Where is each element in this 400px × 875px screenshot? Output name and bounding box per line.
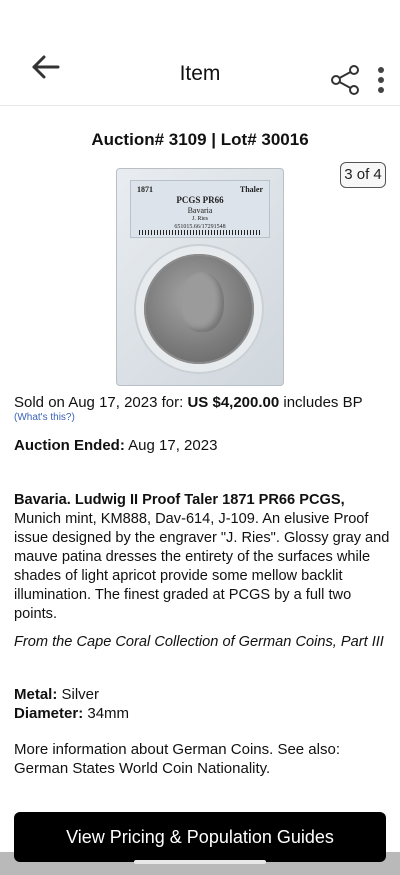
sold-suffix: includes BP	[279, 394, 363, 411]
slab-region: Bavaria	[187, 206, 213, 215]
whats-this-link[interactable]: (What's this?)	[14, 412, 75, 423]
slab-type: Thaler	[239, 185, 263, 194]
diameter-label: Diameter:	[14, 705, 84, 722]
top-app-bar: Item	[0, 0, 400, 106]
auction-lot-title: Auction# 3109 | Lot# 30016	[91, 130, 309, 149]
slab-grade: PCGS PR66	[176, 195, 224, 205]
auction-ended-line: Auction Ended: Aug 17, 2023	[14, 437, 217, 454]
sold-price-line: Sold on Aug 17, 2023 for: US $4,200.00 i…	[14, 394, 363, 411]
collection-note: From the Cape Coral Collection of German…	[14, 634, 384, 650]
slab-mint: J. Ries	[191, 216, 208, 222]
description-title: Bavaria. Ludwig II Proof Taler 1871 PR66…	[14, 492, 345, 508]
ended-label: Auction Ended:	[14, 437, 125, 454]
coin-portrait	[180, 272, 224, 332]
lot-description: Bavaria. Ludwig II Proof Taler 1871 PR66…	[14, 491, 390, 624]
metal-label: Metal:	[14, 686, 58, 703]
coin-image[interactable]: 1871 Thaler PCGS PR66 Bavaria J. Ries 65…	[116, 168, 284, 386]
slab-year: 1871	[137, 185, 153, 194]
description-body: Munich mint, KM888, Dav-614, J-109. An e…	[14, 511, 390, 622]
sold-prefix: Sold on Aug 17, 2023 for:	[14, 394, 188, 411]
more-vertical-icon[interactable]	[374, 66, 388, 96]
coin	[144, 254, 254, 364]
view-pricing-button[interactable]: View Pricing & Population Guides	[14, 812, 386, 862]
home-indicator	[134, 860, 266, 864]
diameter-value: 34mm	[83, 705, 130, 722]
image-counter-badge: 3 of 4	[340, 162, 386, 188]
metal-value: Silver	[57, 686, 100, 703]
ended-date: Aug 17, 2023	[124, 437, 218, 454]
share-icon[interactable]	[330, 64, 362, 96]
diameter-spec: Diameter: 34mm	[14, 705, 129, 722]
more-info-text: More information about German Coins. See…	[14, 741, 340, 777]
barcode	[139, 230, 261, 235]
slab-label: 1871 Thaler PCGS PR66 Bavaria J. Ries 65…	[130, 180, 270, 238]
coin-holder-ring	[134, 244, 264, 374]
metal-spec: Metal: Silver	[14, 686, 99, 703]
sold-price: US $4,200.00	[187, 394, 280, 411]
